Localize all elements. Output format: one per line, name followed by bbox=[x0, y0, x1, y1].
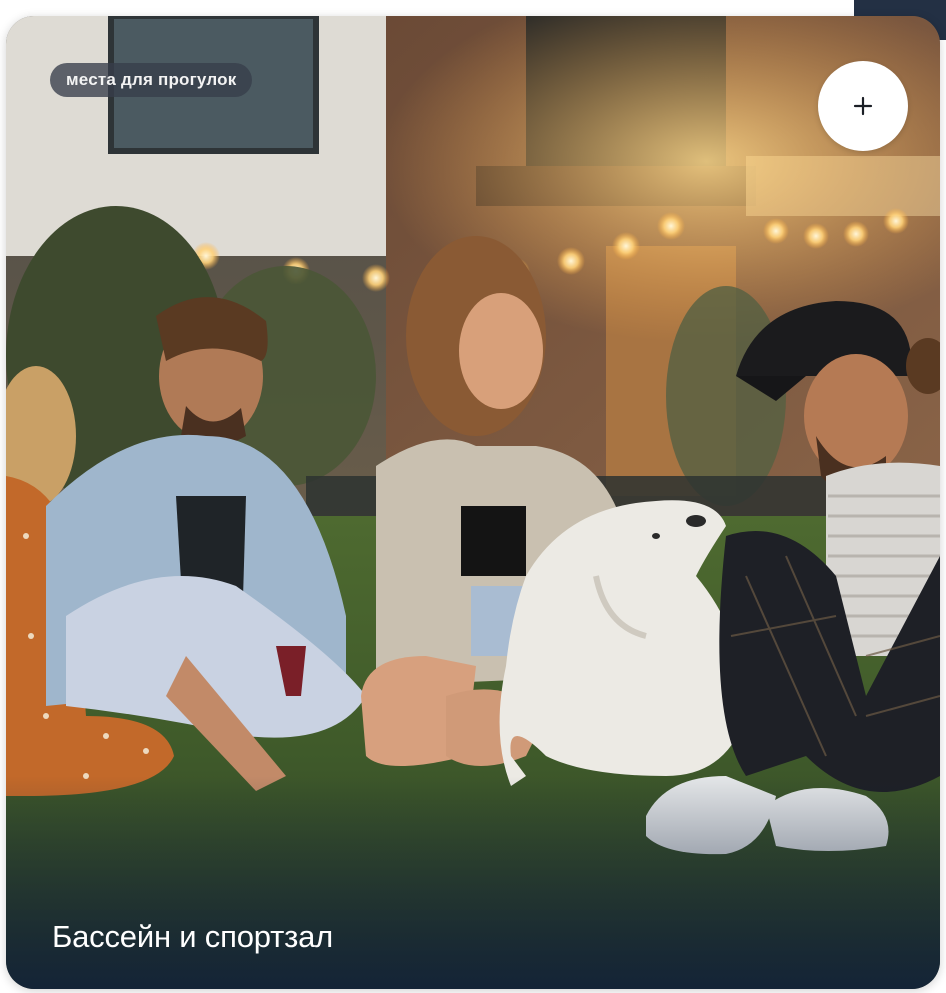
category-tag: места для прогулок bbox=[50, 63, 253, 97]
card-title: Бассейн и спортзал bbox=[52, 919, 334, 954]
place-card[interactable]: места для прогулок Бассейн и спортзал bbox=[6, 16, 940, 989]
card-photo bbox=[6, 16, 940, 989]
plus-icon bbox=[853, 96, 873, 116]
add-button[interactable] bbox=[818, 61, 908, 151]
page: места для прогулок Бассейн и спортзал bbox=[0, 0, 946, 993]
